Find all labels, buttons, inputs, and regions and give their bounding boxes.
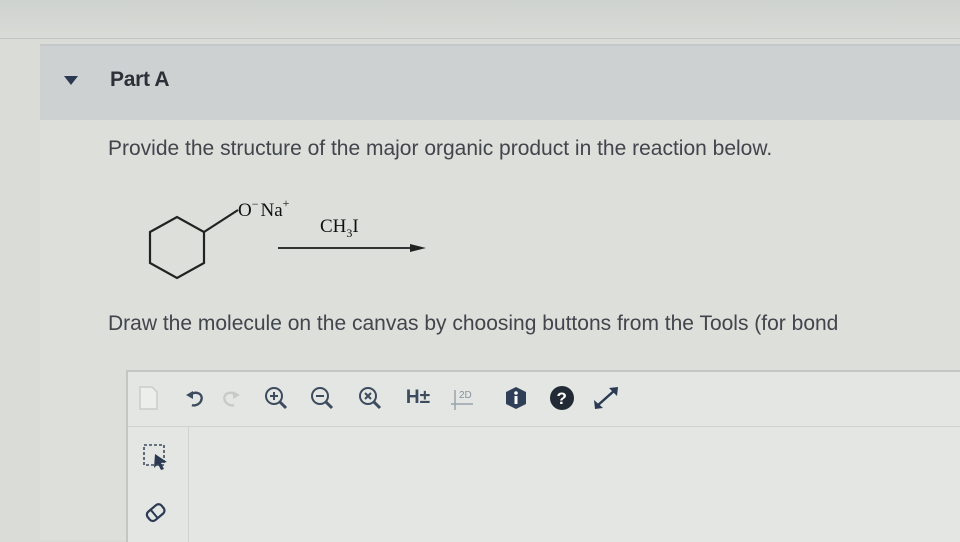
fullscreen-icon	[594, 387, 618, 409]
zoom-reset-button[interactable]	[354, 382, 386, 414]
sodium-charge: +	[283, 196, 290, 210]
oxide-label: O− Na+	[238, 196, 290, 221]
info-icon	[506, 387, 526, 409]
undo-button[interactable]	[180, 382, 212, 414]
cyclohexane-ring	[148, 215, 206, 280]
editor-toolbar: H± 2D ?	[128, 372, 960, 427]
reagent-prefix: CH	[320, 216, 347, 237]
drawing-canvas[interactable]	[190, 427, 960, 542]
document-button[interactable]	[132, 382, 164, 414]
selection-tool-button[interactable]	[140, 441, 172, 473]
2d-clean-icon: 2D	[451, 390, 473, 410]
reagent-suffix: I	[352, 216, 358, 237]
reagent-label: CH3I	[320, 216, 359, 240]
oxide-charge: −	[252, 197, 259, 211]
zoom-in-button[interactable]	[260, 382, 292, 414]
undo-icon	[186, 391, 203, 407]
document-icon	[139, 386, 158, 410]
oxygen-symbol: O	[238, 200, 252, 221]
molecule-editor: H± 2D ?	[126, 370, 960, 542]
eraser-tool-icon	[145, 503, 166, 523]
c-o-bond	[203, 209, 239, 233]
hydrogen-toggle-button[interactable]: H±	[402, 382, 434, 414]
eraser-tool-button[interactable]	[140, 497, 172, 529]
question-content: Provide the structure of the major organ…	[40, 120, 960, 542]
redo-icon	[223, 391, 240, 407]
hydrogen-toggle-icon: H±	[405, 387, 431, 408]
zoom-in-icon	[265, 387, 288, 410]
reaction-scheme: O− Na+ CH3I	[148, 196, 426, 280]
part-title: Part A	[110, 68, 170, 91]
editor-tools-sidebar	[128, 427, 189, 542]
zoom-out-icon	[311, 387, 334, 410]
help-button[interactable]: ?	[546, 382, 578, 414]
zoom-reset-icon	[359, 387, 382, 410]
part-header[interactable]: Part A	[40, 44, 960, 122]
clean-2d-button[interactable]: 2D	[448, 382, 480, 414]
clean-2d-label: 2D	[459, 390, 472, 401]
info-button[interactable]	[500, 382, 532, 414]
zoom-out-button[interactable]	[306, 382, 338, 414]
redo-button[interactable]	[214, 382, 246, 414]
svg-text:?: ?	[557, 389, 567, 408]
top-band	[0, 0, 960, 39]
help-icon: ?	[550, 386, 574, 410]
sodium-symbol: Na	[261, 200, 284, 221]
collapse-caret-icon[interactable]	[64, 76, 78, 85]
selection-tool-icon	[143, 444, 167, 470]
reaction-arrow-head	[410, 244, 426, 252]
fullscreen-button[interactable]	[590, 382, 622, 414]
question-prompt: Provide the structure of the major organ…	[108, 137, 773, 160]
drawing-instruction: Draw the molecule on the canvas by choos…	[108, 312, 839, 335]
